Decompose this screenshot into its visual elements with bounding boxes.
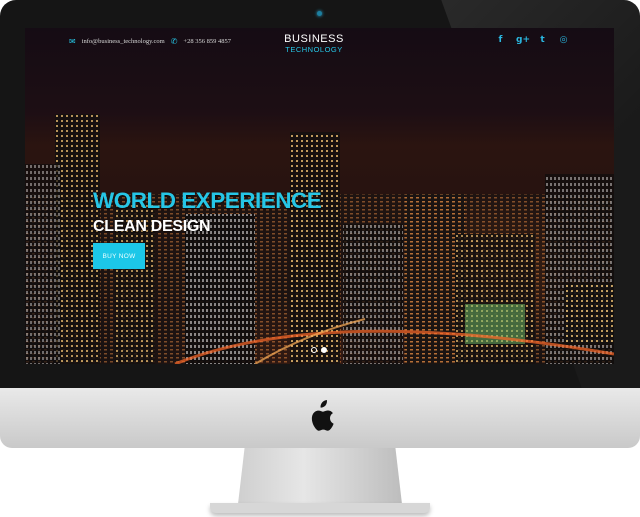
monitor-stand <box>238 448 402 504</box>
contact-info: ✉ info@business_technology.com ✆ +28 356… <box>69 37 231 46</box>
website-screen: ✉ info@business_technology.com ✆ +28 356… <box>25 28 614 364</box>
google-plus-icon[interactable]: g+ <box>516 35 530 45</box>
dribbble-icon[interactable]: ◎ <box>558 35 569 45</box>
slider-dot-1[interactable] <box>311 347 317 353</box>
phone-number: +28 356 859 4857 <box>183 38 231 45</box>
site-header: ✉ info@business_technology.com ✆ +28 356… <box>25 28 614 64</box>
apple-logo-icon <box>311 400 334 431</box>
logo-line-2: TECHNOLOGY <box>285 45 343 54</box>
social-links: f g+ t ◎ <box>495 35 569 45</box>
email-link[interactable]: info@business_technology.com <box>82 38 165 45</box>
hero-subtitle: CLEAN DESIGN <box>93 218 211 235</box>
buy-now-button[interactable]: BUY NOW <box>93 243 145 269</box>
slider-pagination <box>311 347 327 353</box>
twitter-icon[interactable]: t <box>537 35 548 45</box>
slider-dot-2[interactable] <box>321 347 327 353</box>
monitor-base <box>210 503 430 513</box>
phone-icon: ✆ <box>170 37 178 46</box>
hero-title: WORLD EXPERIENCE <box>93 188 322 213</box>
site-logo[interactable]: BUSINESS TECHNOLOGY <box>279 34 349 54</box>
monitor-bezel: ✉ info@business_technology.com ✆ +28 356… <box>0 0 640 388</box>
envelope-icon: ✉ <box>69 37 76 46</box>
facebook-icon[interactable]: f <box>495 35 506 45</box>
camera-icon <box>317 11 322 16</box>
logo-line-1: BUSINESS <box>284 33 344 45</box>
